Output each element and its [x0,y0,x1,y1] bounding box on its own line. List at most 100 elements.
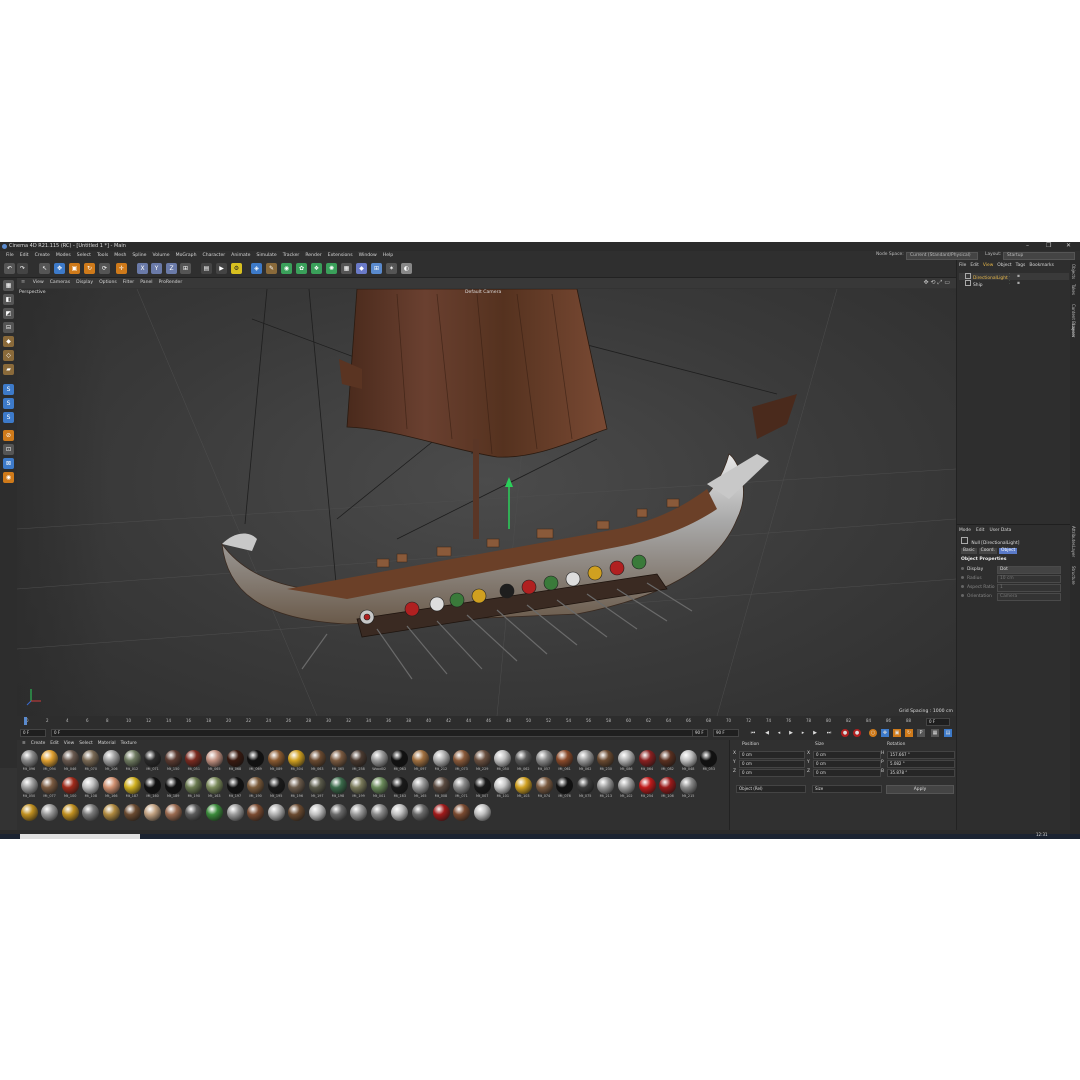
menu-file[interactable]: File [6,251,14,260]
animate-dot-icon[interactable] [961,567,964,570]
side-tab-attributes[interactable]: Attributes [1071,526,1076,546]
material-menu-texture[interactable]: Texture [121,740,137,748]
material-swatch[interactable] [266,804,286,829]
property-value[interactable]: 1 [997,584,1061,592]
position-field[interactable]: 0 cm [739,751,805,759]
attribute-tab-coord[interactable]: Coord. [978,548,997,554]
menu-spline[interactable]: Spline [132,251,146,260]
y-axis-lock-icon[interactable]: Y [151,263,162,274]
record-icon[interactable]: ● [841,729,849,737]
side-tab-layer[interactable]: Layer [1071,546,1076,557]
x-axis-lock-icon[interactable]: X [137,263,148,274]
material-swatch[interactable]: Mt_097 [410,750,430,775]
material-swatch[interactable]: Mt_198 [328,777,348,802]
key-pla-icon[interactable]: ▦ [931,729,939,737]
material-swatch[interactable]: Mt_065 [204,750,224,775]
material-swatch[interactable] [390,804,410,829]
solo-icon[interactable]: ◉ [3,472,14,483]
3d-viewport[interactable]: Perspective Default Camera Grid Spacing … [17,289,956,716]
material-swatch[interactable]: Mt_187 [122,777,142,802]
size-mode-select[interactable]: Size [812,785,882,793]
menu-edit[interactable]: Edit [20,251,29,260]
position-field[interactable]: 0 cm [739,760,805,768]
size-field[interactable]: 0 cm [813,751,881,759]
object-menu-edit[interactable]: Edit [970,263,979,268]
attribute-menu-mode[interactable]: Mode [959,528,971,533]
snap-settings-icon[interactable]: S [3,398,14,409]
key-rotation-icon[interactable]: ↻ [905,729,913,737]
material-swatch[interactable]: Mt_254 [637,777,657,802]
cloner-icon[interactable]: ✿ [296,263,307,274]
menu-tools[interactable]: Tools [97,251,108,260]
material-swatch[interactable]: Mt_094 [40,750,60,775]
menu-simulate[interactable]: Simulate [256,251,276,260]
size-field[interactable]: 0 cm [813,760,881,768]
property-value[interactable]: Camera [997,593,1061,601]
material-swatch[interactable]: Mt_071 [143,750,163,775]
material-swatch[interactable] [204,804,224,829]
material-swatch[interactable]: Mt_063 [307,750,327,775]
z-axis-lock-icon[interactable]: Z [166,263,177,274]
menu-create[interactable]: Create [35,251,50,260]
material-swatch[interactable]: Mt_076 [555,777,575,802]
axis-tool-icon[interactable]: ✛ [116,263,127,274]
rotation-field[interactable]: 35.878 ° [887,769,955,777]
rotate-tool-icon[interactable]: ↻ [84,263,95,274]
position-field[interactable]: 0 cm [739,769,805,777]
material-swatch[interactable]: Mt_101 [493,777,513,802]
material-menu-view[interactable]: View [64,740,74,748]
material-menu-select[interactable]: Select [79,740,93,748]
grid-icon[interactable]: ⊞ [371,263,382,274]
material-swatch[interactable]: Mt_068 [225,750,245,775]
object-menu-tags[interactable]: Tags [1016,263,1026,268]
material-swatch[interactable]: Mt_051 [184,750,204,775]
cube-icon[interactable]: ◈ [251,263,262,274]
material-swatch[interactable]: Mt_160 [143,777,163,802]
side-tab-objects[interactable]: Objects [1071,264,1076,279]
material-swatch[interactable]: Mt_064 [637,750,657,775]
next-frame-icon[interactable]: ▸ [799,729,807,737]
material-menu-edit[interactable]: Edit [50,740,59,748]
menu-select[interactable]: Select [77,251,91,260]
menu-mograph[interactable]: MoGraph [176,251,197,260]
undo-icon[interactable]: ↶ [4,263,15,274]
menu-help[interactable]: Help [383,251,393,260]
material-grip-icon[interactable]: ≡ [22,740,26,748]
material-swatch[interactable]: Mt_046 [60,750,80,775]
render-settings-icon[interactable]: ⚙ [231,263,242,274]
material-swatch[interactable] [163,804,183,829]
viewport-nav-icons[interactable]: ✥⟲⤢▭ [923,279,952,287]
material-swatch[interactable]: Mt_001 [369,777,389,802]
material-swatch[interactable]: Mt_102 [616,777,636,802]
property-value[interactable]: 10 cm [997,575,1061,583]
preview-range-start[interactable]: 0 F [51,729,695,737]
menu-animate[interactable]: Animate [231,251,250,260]
material-swatch[interactable]: Mt_166 [101,777,121,802]
apply-button[interactable]: Apply [886,785,954,794]
make-editable-icon[interactable]: ▦ [3,280,14,291]
material-swatch[interactable] [328,804,348,829]
visibility-dots-icon[interactable]: ⁚ [1009,273,1010,280]
material-swatch[interactable]: Mt_103 [513,777,533,802]
sky-icon[interactable]: ◐ [401,263,412,274]
object-row[interactable]: Ship ⁚ ▪ [959,280,1069,288]
material-swatch[interactable]: Mt_504 [287,750,307,775]
material-swatch[interactable]: Mt_069 [246,750,266,775]
material-swatch[interactable] [40,804,60,829]
material-swatch[interactable] [19,804,39,829]
material-swatch[interactable]: Mt_048 [678,750,698,775]
quantize-icon[interactable]: S [3,412,14,423]
minimize-button[interactable]: – [1026,242,1029,249]
material-swatch[interactable] [122,804,142,829]
material-swatch[interactable]: Mt_082 [658,750,678,775]
light-icon[interactable]: ✶ [386,263,397,274]
material-swatch[interactable]: Wood02 [369,750,389,775]
material-swatch[interactable] [143,804,163,829]
material-swatch[interactable] [431,804,451,829]
material-swatch[interactable]: Mt_215 [678,777,698,802]
go-to-end-icon[interactable]: ⏭ [825,729,833,737]
viewport-menu-panel[interactable]: Panel [140,278,152,288]
attribute-menu-user-data[interactable]: User Data [989,528,1011,533]
axis-modification-icon[interactable]: ⊡ [3,444,14,455]
current-frame-field[interactable]: 0 F [926,718,950,726]
